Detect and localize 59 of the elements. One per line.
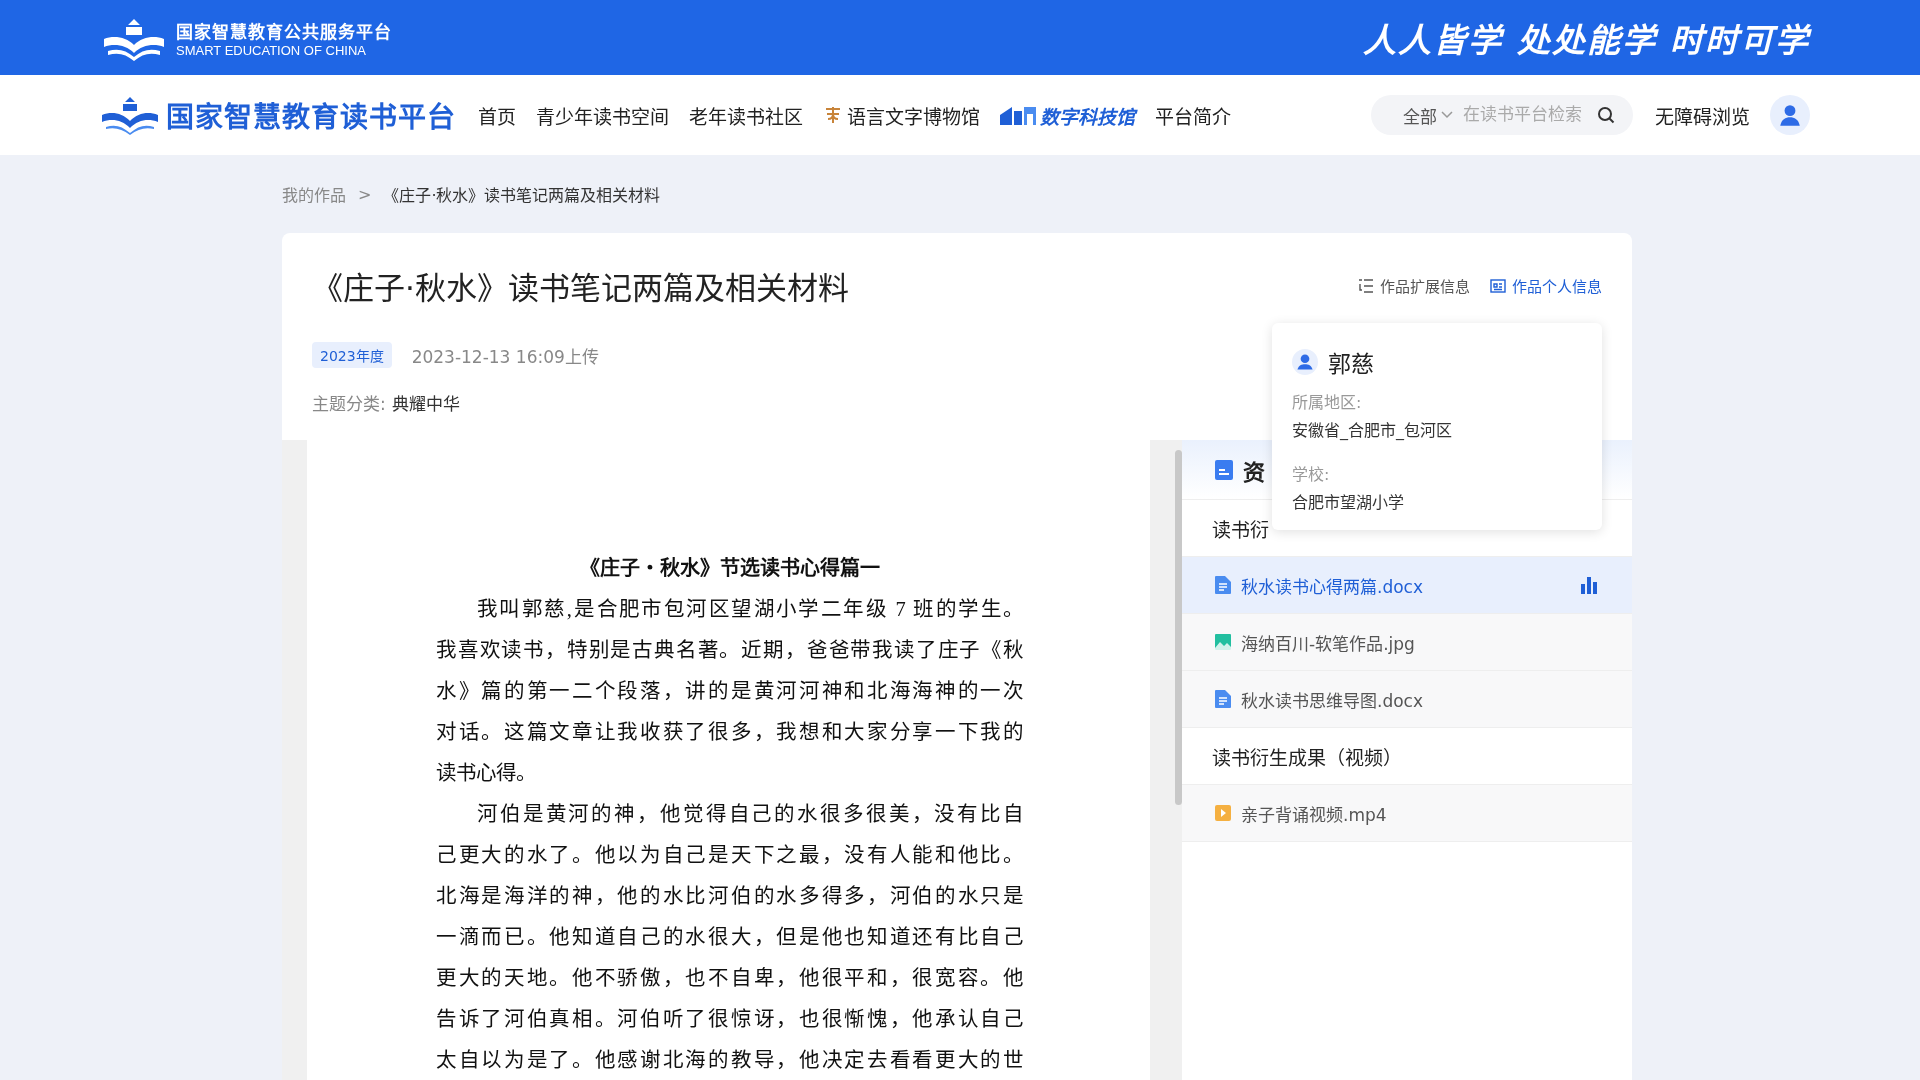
author-name: 郭慈 xyxy=(1328,350,1374,379)
seal-icon xyxy=(823,105,843,125)
document-text-line: 北海是海洋的神，他的水比河伯的水多得多，河伯的水只是 xyxy=(436,884,1023,908)
document-text-line: 读书心得。 xyxy=(436,761,537,785)
info-tab[interactable]: 作品个人信息 xyxy=(1490,275,1602,296)
list-icon xyxy=(1358,277,1374,294)
category-value: 典耀中华 xyxy=(391,393,460,415)
document-text-line: 我叫郭慈,是合肥市包河区望湖小学二年级 7 班的学生。 xyxy=(476,597,1023,621)
platform-name-english: SMART EDUCATION OF CHINA xyxy=(176,42,367,58)
platform-name: 国家智慧教育公共服务平台 xyxy=(176,20,392,43)
document-heading: 《庄子・秋水》节选读书心得篇一 xyxy=(578,556,881,580)
nav-link[interactable]: 平台简介 xyxy=(1155,101,1231,129)
panel-title: 资 xyxy=(1243,458,1265,486)
image-icon xyxy=(1215,634,1231,650)
nav-link[interactable]: 老年读书社区 xyxy=(689,101,803,129)
accessibility-link[interactable]: 无障碍浏览 xyxy=(1655,101,1750,129)
site-title: 国家智慧教育读书平台 xyxy=(166,100,456,135)
file-item[interactable]: 秋水读书思维导图.docx xyxy=(1182,671,1632,728)
document-text-line: 对话。这篇文章让我收获了很多，我想和大家分享一下我的 xyxy=(436,720,1023,744)
scrollbar-thumb[interactable] xyxy=(1175,450,1182,805)
field-label: 学校: xyxy=(1292,464,1331,485)
nav-link[interactable]: 青少年读书空间 xyxy=(536,101,669,129)
id-card-icon xyxy=(1490,277,1506,294)
year-tag: 2023年度 xyxy=(312,342,392,368)
field-label: 所属地区: xyxy=(1292,392,1363,413)
breadcrumb-separator: > xyxy=(358,184,372,204)
file-item[interactable]: 秋水读书心得两篇.docx xyxy=(1182,557,1632,614)
nav-link[interactable]: 语言文字博物馆 xyxy=(823,101,980,129)
breadcrumb-link[interactable]: 《庄子·秋水》读书笔记两篇及相关材料 xyxy=(383,182,661,206)
document-icon xyxy=(1215,690,1231,708)
category-label: 主题分类: xyxy=(312,393,386,415)
document-icon xyxy=(1215,576,1231,594)
document-text-line: 水》篇的第一二个段落，讲的是黄河河神和北海海神的一次 xyxy=(436,679,1023,703)
document-text-line: 我喜欢读书，特别是古典名著。近期，爸爸带我读了庄子《秋 xyxy=(436,638,1023,662)
video-icon xyxy=(1215,805,1231,821)
slogan: 人人皆学 处处能学 时时可学 xyxy=(1363,19,1810,62)
document-text-line: 更大的天地。他不骄傲，也不自卑，他很平和，很宽容。他 xyxy=(436,966,1023,990)
info-tab[interactable]: 作品扩展信息 xyxy=(1358,275,1470,296)
user-icon xyxy=(1292,349,1318,375)
work-title: 《庄子·秋水》读书笔记两篇及相关材料 xyxy=(312,269,849,308)
document-text-line: 一滴而已。他知道自己的水很大，但是他也知道还有比自己 xyxy=(436,925,1023,949)
user-avatar[interactable] xyxy=(1770,95,1810,135)
chevron-down-icon xyxy=(1441,111,1453,119)
field-value: 安徽省_合肥市_包河区 xyxy=(1292,420,1453,441)
document-text-line: 太自以为是了。他感谢北海的教导，他决定去看看更大的世 xyxy=(436,1048,1023,1072)
search-field[interactable]: 全部 在读书平台检索 xyxy=(1371,95,1633,135)
search-input[interactable]: 在读书平台检索 xyxy=(1461,104,1589,126)
nav-link[interactable]: 首页 xyxy=(478,101,516,129)
search-icon[interactable] xyxy=(1597,106,1615,124)
file-item[interactable]: 海纳百川-软笔作品.jpg xyxy=(1182,614,1632,671)
document-text-line: 河伯是黄河的神，他觉得自己的水很多很美，没有比自 xyxy=(476,802,1023,826)
file-item[interactable]: 亲子背诵视频.mp4 xyxy=(1182,785,1632,842)
book-logo-icon xyxy=(102,95,158,135)
document-text-line: 己更大的水了。他以为自己是天下之最，没有人能和他比。 xyxy=(436,843,1023,867)
upload-time: 2023-12-13 16:09上传 xyxy=(411,345,599,368)
folder-icon xyxy=(1215,459,1233,480)
bar-chart-icon[interactable] xyxy=(1580,576,1598,594)
document-text-line: 告诉了河伯真相。河伯听了很惊讶，也很惭愧，他承认自己 xyxy=(436,1007,1023,1031)
building-icon xyxy=(1000,105,1036,125)
